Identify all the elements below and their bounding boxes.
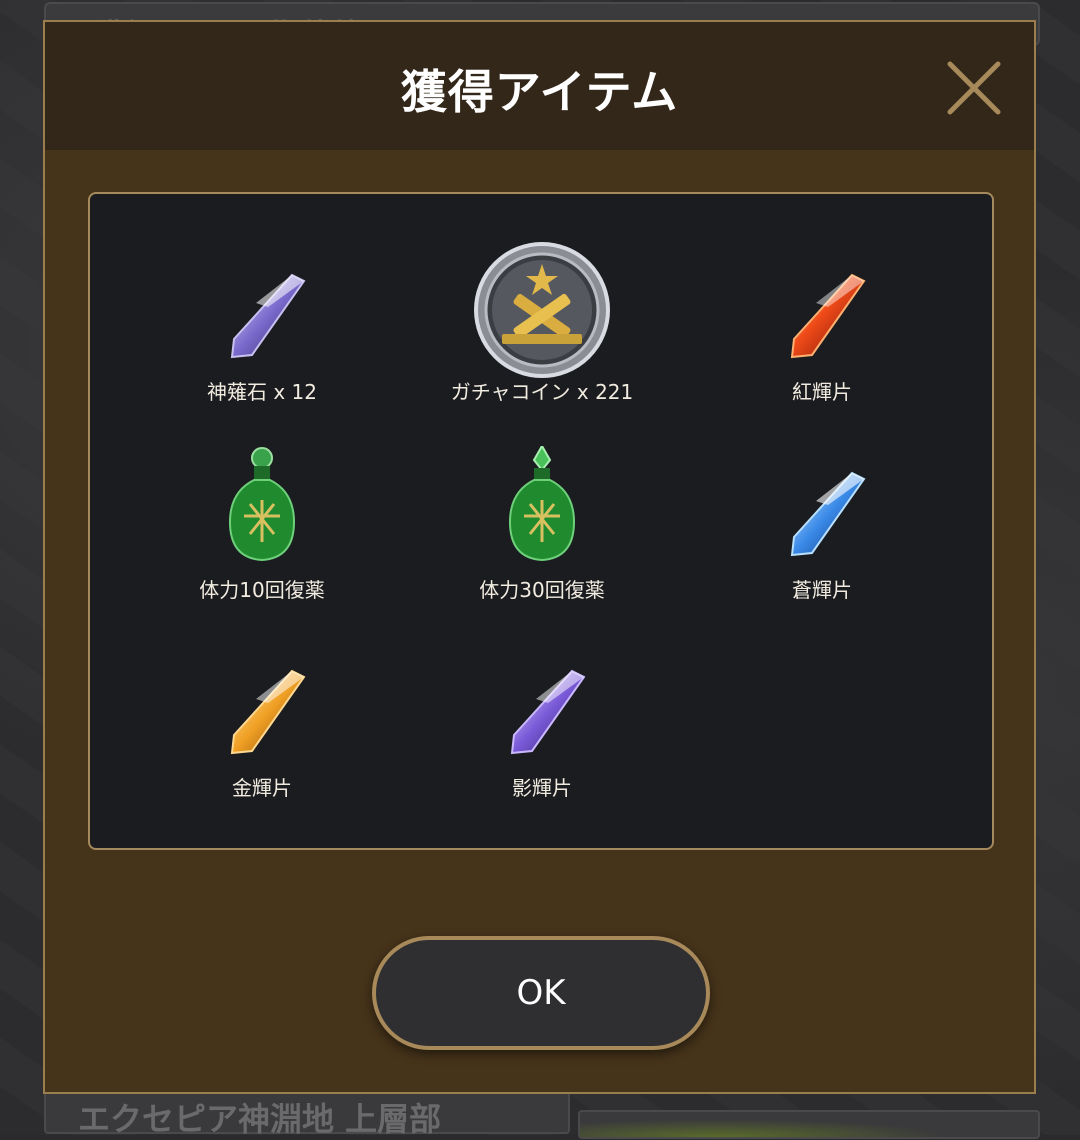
item-list-panel: 神薙石 x 12 ガチャコイン x 221 紅輝片 体力10回復薬 体力30回復… (88, 192, 994, 850)
item-slot: 金輝片 (122, 648, 402, 828)
close-button[interactable] (944, 58, 1004, 118)
item-slot: 蒼輝片 (682, 450, 962, 630)
item-slot: 紅輝片 (682, 252, 962, 432)
item-label: ガチャコイン x 221 (450, 380, 634, 404)
dialog-header: 獲得アイテム (45, 22, 1034, 150)
item-label: 蒼輝片 (792, 578, 852, 602)
item-slot: 神薙石 x 12 (122, 252, 402, 432)
item-slot: 影輝片 (402, 648, 682, 828)
item-label: 神薙石 x 12 (207, 380, 317, 404)
potion-green-icon (508, 446, 576, 562)
item-label: 影輝片 (512, 776, 572, 800)
item-slot: 体力30回復薬 (402, 446, 682, 630)
item-slot: 体力10回復薬 (122, 447, 402, 630)
crystal-shard-purple-icon (230, 273, 306, 359)
crystal-shard-blue-icon (790, 471, 866, 557)
acquired-items-dialog: 獲得アイテム 神薙石 x 12 ガチャコイン x 221 紅輝片 体力10回復薬… (43, 20, 1036, 1094)
crystal-shard-red-icon (790, 273, 866, 359)
close-icon (947, 61, 1001, 115)
item-slot: ガチャコイン x 221 (402, 242, 682, 432)
item-label: 体力10回復薬 (199, 578, 325, 602)
dialog-title: 獲得アイテム (400, 65, 679, 119)
ok-button[interactable]: OK (372, 936, 710, 1050)
item-label: 金輝片 (232, 776, 292, 800)
gacha-coin-icon (474, 242, 610, 378)
item-label: 紅輝片 (792, 380, 852, 404)
crystal-shard-violet-icon (510, 669, 586, 755)
background-bottom-text: エクセピア神淵地 上層部 (78, 1100, 442, 1138)
item-label: 体力30回復薬 (479, 578, 605, 602)
crystal-shard-gold-icon (230, 669, 306, 755)
potion-green-icon (228, 447, 296, 562)
background-area-name: エクセピア神淵地 上層部 (44, 1090, 570, 1138)
